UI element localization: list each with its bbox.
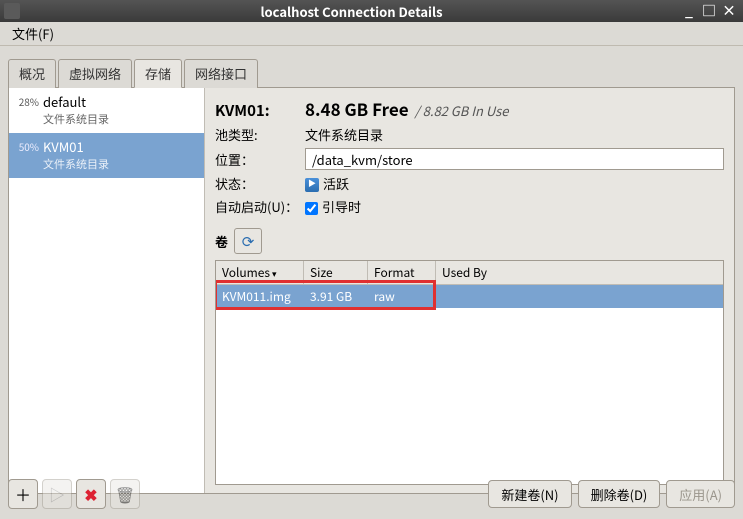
maximize-button[interactable]: □: [699, 1, 719, 21]
autostart-label: 自动启动(U)：: [215, 197, 305, 216]
delete-volume-button[interactable]: 删除卷(D): [578, 480, 661, 508]
apply-button[interactable]: 应用(A): [666, 480, 735, 508]
tab-storage[interactable]: 存储: [134, 59, 182, 88]
window-title: localhost Connection Details: [24, 2, 679, 21]
pool-type: 文件系统目录: [43, 111, 198, 127]
footer: ＋ ▷ ✖ 🗑 新建卷(N) 删除卷(D) 应用(A): [8, 477, 735, 511]
new-volume-button[interactable]: 新建卷(N): [488, 480, 571, 508]
col-volumes[interactable]: Volumes▾: [216, 261, 304, 284]
pool-item-default[interactable]: 28% default 文件系统目录: [9, 88, 204, 133]
minimize-button[interactable]: _: [679, 1, 699, 21]
location-label: 位置：: [215, 150, 305, 169]
sort-down-icon: ▾: [272, 267, 277, 280]
cell-size: 3.91 GB: [304, 285, 368, 308]
state-active-icon: [305, 178, 319, 192]
stop-pool-button[interactable]: ✖: [76, 479, 106, 509]
pool-name: KVM01: [43, 137, 198, 156]
location-input[interactable]: [305, 148, 724, 170]
volume-table: Volumes▾ Size Format Used By KVM011.img …: [215, 260, 724, 485]
add-pool-button[interactable]: ＋: [8, 479, 38, 509]
tab-bar: 概况 虚拟网络 存储 网络接口: [8, 58, 735, 88]
volumes-label: 卷: [215, 232, 228, 251]
autostart-value: 引导时: [322, 197, 361, 216]
pool-percent: 28%: [15, 92, 39, 109]
col-usedby[interactable]: Used By: [436, 261, 723, 284]
pool-detail: KVM01: 8.48 GB Free / 8.82 GB In Use 池类型…: [205, 88, 734, 493]
refresh-button[interactable]: ⟳: [234, 228, 262, 254]
tab-overview[interactable]: 概况: [8, 59, 56, 88]
pool-percent: 50%: [15, 137, 39, 154]
col-format[interactable]: Format: [368, 261, 436, 284]
table-row[interactable]: KVM011.img 3.91 GB raw: [216, 285, 723, 308]
cell-format: raw: [368, 285, 436, 308]
pool-type: 文件系统目录: [43, 156, 198, 172]
pool-free: 8.48 GB Free: [305, 96, 409, 121]
cell-name: KVM011.img: [216, 285, 304, 308]
tab-virtual-network[interactable]: 虚拟网络: [58, 59, 132, 88]
trash-icon: 🗑: [115, 482, 135, 506]
menubar: 文件(F): [0, 22, 743, 46]
cell-usedby: [436, 285, 723, 308]
delete-pool-button[interactable]: 🗑: [110, 479, 140, 509]
pooltype-label: 池类型:: [215, 125, 305, 144]
autostart-checkbox[interactable]: [305, 202, 318, 215]
state-label: 状态：: [215, 174, 305, 193]
start-pool-button[interactable]: ▷: [42, 479, 72, 509]
titlebar: localhost Connection Details _ □ ×: [0, 0, 743, 22]
close-window-button[interactable]: ×: [719, 1, 739, 21]
state-value: 活跃: [323, 174, 349, 193]
storage-pane: 28% default 文件系统目录 50% KVM01 文件系统目录 KVM0…: [8, 88, 735, 494]
pooltype-value: 文件系统目录: [305, 125, 383, 144]
play-icon: ▷: [49, 482, 65, 506]
table-header: Volumes▾ Size Format Used By: [216, 261, 723, 285]
pool-name: default: [43, 92, 198, 111]
pool-list: 28% default 文件系统目录 50% KVM01 文件系统目录: [9, 88, 205, 493]
tab-network-interface[interactable]: 网络接口: [184, 59, 258, 88]
pool-name-label: KVM01:: [215, 100, 305, 121]
app-icon: [4, 3, 20, 19]
menu-file[interactable]: 文件(F): [6, 22, 60, 45]
pool-inuse: / 8.82 GB In Use: [415, 101, 509, 120]
stop-icon: ✖: [84, 482, 97, 506]
refresh-icon: ⟳: [242, 231, 255, 252]
pool-item-kvm01[interactable]: 50% KVM01 文件系统目录: [9, 133, 204, 178]
plus-icon: ＋: [15, 482, 31, 506]
col-size[interactable]: Size: [304, 261, 368, 284]
